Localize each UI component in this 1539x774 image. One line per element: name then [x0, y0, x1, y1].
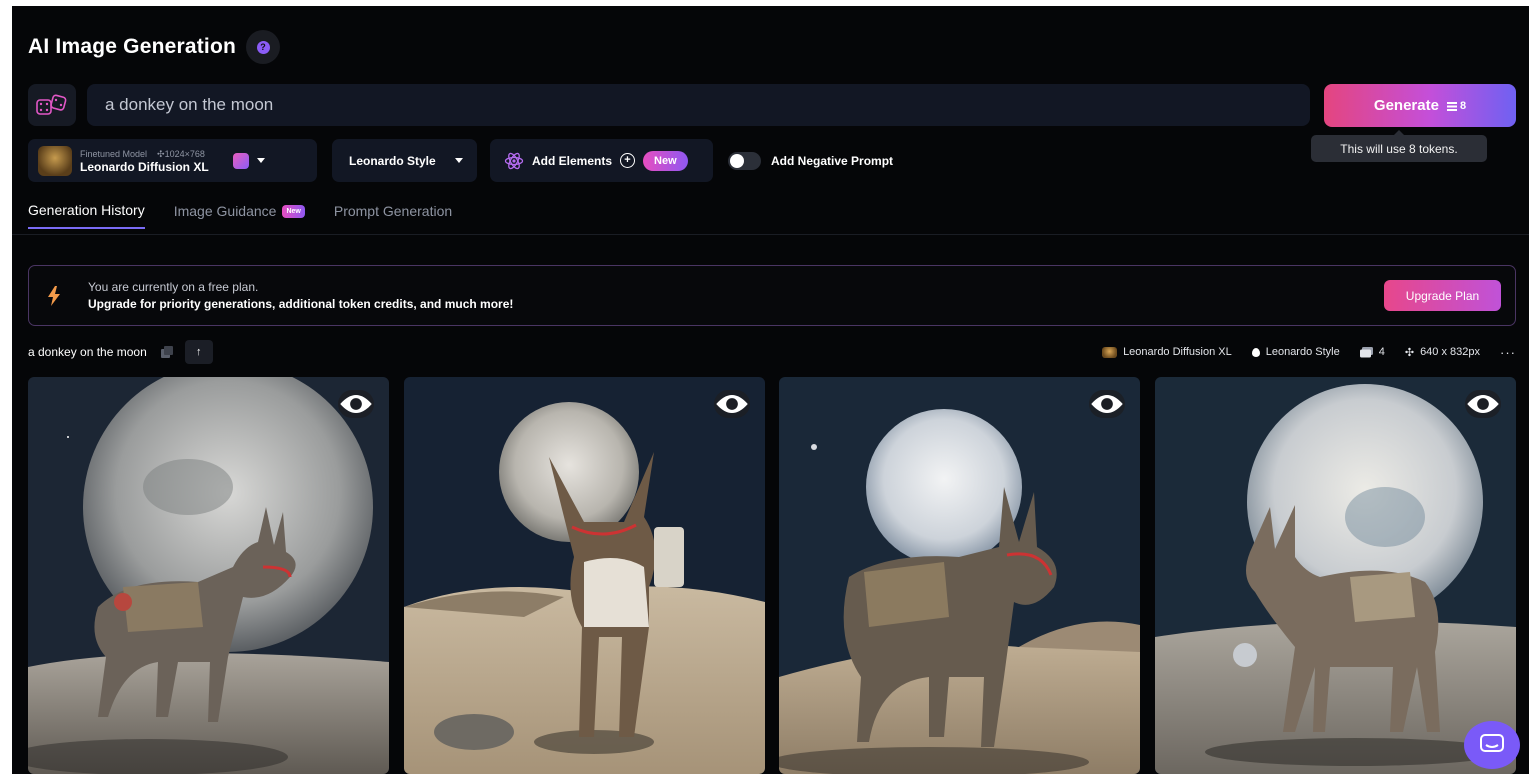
dice-icon: [36, 94, 67, 115]
tab-prompt-generation[interactable]: Prompt Generation: [334, 202, 452, 229]
meta-size: ✣ 640 x 832px: [1405, 346, 1480, 359]
model-resolution: 1024×768: [164, 148, 205, 159]
meta-style: Leonardo Style: [1251, 346, 1340, 358]
banner-line-1: You are currently on a free plan.: [88, 280, 259, 294]
token-value: 8: [1459, 99, 1467, 112]
generated-image-2[interactable]: [404, 377, 765, 774]
view-image-button[interactable]: [714, 390, 750, 418]
donkey-image-3: [779, 377, 1140, 774]
generated-image-1[interactable]: [28, 377, 389, 774]
drop-icon: [1251, 347, 1260, 357]
arrow-up-icon: ↑: [196, 346, 202, 358]
generation-meta: Leonardo Diffusion XL Leonardo Style 4 ✣…: [1102, 345, 1516, 360]
banner-text: You are currently on a free plan. Upgrad…: [88, 280, 513, 311]
meta-style-label: Leonardo Style: [1265, 346, 1340, 358]
tab-label: Prompt Generation: [333, 203, 453, 219]
model-meta: Finetuned Model ✣1024×768: [80, 148, 209, 161]
model-settings-icon[interactable]: [232, 152, 249, 169]
new-badge: New: [282, 204, 305, 218]
tab-label: Generation History: [28, 202, 145, 218]
help-button[interactable]: ?: [246, 30, 281, 64]
more-options-icon[interactable]: ···: [1500, 345, 1516, 360]
negative-prompt-control: Add Negative Prompt: [728, 152, 893, 170]
donkey-image-2: [404, 377, 765, 774]
chat-icon: [1480, 734, 1504, 752]
model-name: Leonardo Diffusion XL: [80, 159, 209, 174]
page-title: AI Image Generation: [28, 35, 237, 58]
tab-bar: Generation History Image Guidance New Pr…: [28, 202, 452, 229]
view-image-button[interactable]: [1089, 390, 1125, 418]
reuse-prompt-button[interactable]: ↑: [184, 340, 213, 364]
model-text: Finetuned Model ✣1024×768 Leonardo Diffu…: [80, 148, 209, 174]
chevron-down-icon: [256, 158, 265, 163]
model-select[interactable]: Finetuned Model ✣1024×768 Leonardo Diffu…: [28, 139, 317, 182]
token-icon: [1446, 101, 1457, 111]
view-image-button[interactable]: [338, 390, 374, 418]
app-window: AI Image Generation ? Generate 8 This wi…: [12, 6, 1529, 774]
meta-model: Leonardo Diffusion XL: [1102, 346, 1232, 358]
generated-image-3[interactable]: [779, 377, 1140, 774]
model-resolution-wrap: ✣1024×768: [157, 148, 205, 159]
eye-icon: [340, 395, 372, 413]
model-thumbnail: [38, 145, 72, 176]
generate-button[interactable]: Generate 8: [1324, 84, 1516, 127]
meta-count-label: 4: [1378, 346, 1385, 358]
plus-circle-icon: +: [620, 153, 636, 168]
eye-icon: [1091, 395, 1123, 413]
generate-label: Generate: [1373, 97, 1439, 114]
copy-icon[interactable]: [160, 346, 173, 358]
upgrade-plan-button[interactable]: Upgrade Plan: [1384, 280, 1501, 311]
tab-label: Image Guidance: [173, 203, 277, 219]
tabs-divider: [12, 234, 1529, 235]
images-icon: [1359, 346, 1373, 357]
meta-count: 4: [1359, 346, 1385, 358]
add-elements-button[interactable]: Add Elements + New: [490, 139, 713, 182]
eye-icon: [716, 395, 748, 413]
tab-image-guidance[interactable]: Image Guidance New: [174, 202, 305, 229]
generation-header: a donkey on the moon ↑ Leonardo Diffusio…: [28, 340, 1516, 364]
random-prompt-button[interactable]: [28, 84, 76, 126]
dimensions-icon: ✣: [1404, 346, 1415, 359]
free-plan-banner: You are currently on a free plan. Upgrad…: [28, 265, 1516, 326]
donkey-image-4: [1155, 377, 1516, 774]
negative-prompt-toggle[interactable]: [728, 152, 761, 170]
donkey-image-1: [28, 377, 389, 774]
style-label: Leonardo Style: [349, 153, 436, 168]
negative-prompt-label: Add Negative Prompt: [771, 154, 894, 168]
meta-size-label: 640 x 832px: [1420, 346, 1480, 358]
generate-tooltip: This will use 8 tokens.: [1311, 130, 1487, 162]
add-elements-label: Add Elements: [532, 153, 613, 168]
model-thumbnail-icon: [1102, 346, 1118, 358]
title-row: AI Image Generation ?: [28, 30, 281, 64]
question-icon: ?: [256, 40, 270, 54]
prompt-input[interactable]: [87, 84, 1310, 126]
meta-model-label: Leonardo Diffusion XL: [1123, 346, 1232, 358]
new-badge: New: [643, 150, 688, 171]
chevron-down-icon: [455, 158, 463, 163]
generation-prompt: a donkey on the moon: [28, 345, 147, 359]
atom-icon: [504, 152, 524, 169]
eye-icon: [1467, 395, 1499, 413]
view-image-button[interactable]: [1465, 390, 1501, 418]
token-count: 8: [1446, 99, 1467, 112]
style-select[interactable]: Leonardo Style: [332, 139, 477, 182]
generated-image-4[interactable]: [1155, 377, 1516, 774]
model-type: Finetuned Model: [80, 148, 148, 159]
chat-support-button[interactable]: [1464, 721, 1520, 769]
lightning-icon: [29, 285, 79, 306]
banner-line-2: Upgrade for priority generations, additi…: [88, 297, 514, 311]
tab-generation-history[interactable]: Generation History: [28, 202, 145, 229]
